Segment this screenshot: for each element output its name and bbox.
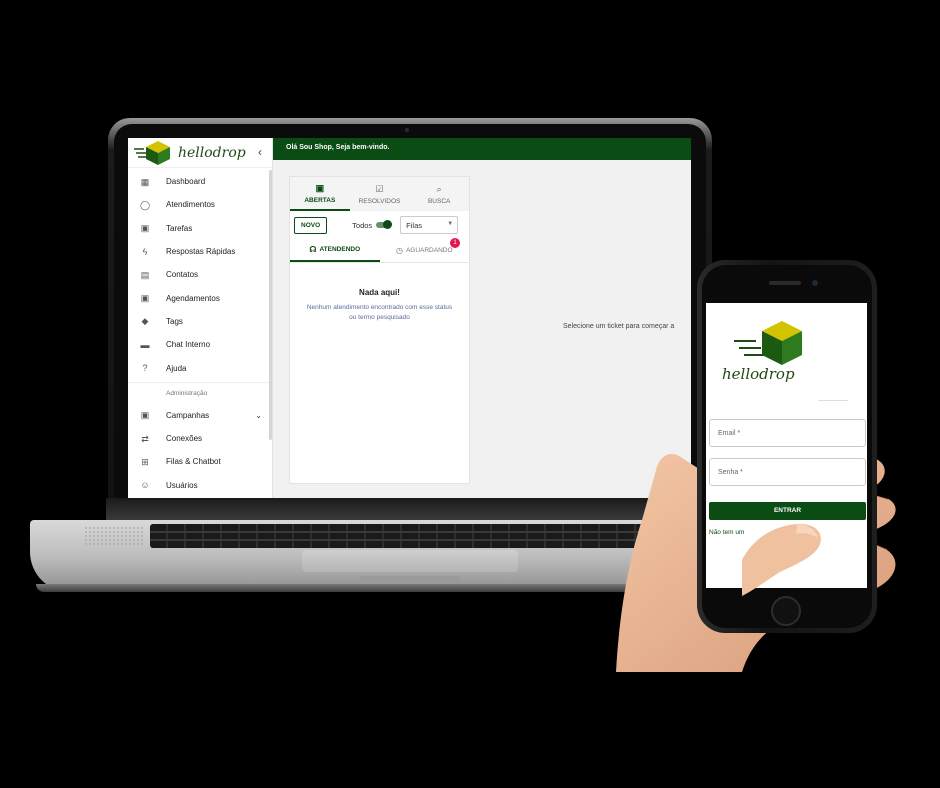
sidebar-item-tarefas[interactable]: ▣ Tarefas [128, 217, 272, 240]
laptop-screen: hellodrop ‹ ▦ Dashboard ◯ Atendimentos ▣… [128, 138, 691, 498]
chevron-down-icon: ⌄ [255, 410, 262, 420]
sidebar-scrollbar[interactable] [269, 170, 272, 440]
logo-row: hellodrop ‹ [128, 138, 272, 168]
tab-busca[interactable]: ⌕ BUSCA [409, 177, 469, 211]
queue-icon: ⊞ [141, 456, 149, 467]
headset-icon: ☊ [309, 245, 317, 254]
sidebar-item-label: Campanhas [166, 410, 210, 420]
ticket-subtabs: ☊ ATENDENDO ◷ AGUARDANDO 1 [290, 238, 470, 263]
bolt-icon: ϟ [142, 246, 148, 257]
chat-icon: ▬ [140, 339, 150, 350]
show-all-label: Todos [352, 220, 373, 230]
phone-camera [812, 280, 818, 286]
check-box-icon: ☑ [375, 183, 384, 194]
subtab-atendendo[interactable]: ☊ ATENDENDO [290, 239, 380, 262]
password-placeholder: Senha * [718, 469, 743, 476]
sidebar-item-tags[interactable]: ◆ Tags [128, 310, 272, 333]
queue-select[interactable]: Filas ▼ [400, 216, 459, 234]
sidebar-item-label: Atendimentos [166, 200, 215, 210]
search-icon: ⌕ [436, 183, 442, 194]
sidebar-item-label: Filas & Chatbot [166, 457, 221, 467]
sidebar-item-respostas-rapidas[interactable]: ϟ Respostas Rápidas [128, 240, 272, 263]
sidebar-item-label: Conexões [166, 434, 203, 444]
divider [818, 400, 848, 401]
tab-resolvidos[interactable]: ☑ RESOLVIDOS [350, 177, 410, 211]
sidebar-item-label: Ajuda [166, 363, 187, 373]
laptop-keyboard [150, 524, 670, 548]
ticket-controls: NOVO Todos Filas ▼ [290, 211, 469, 239]
email-placeholder: Email * [718, 430, 741, 437]
sidebar-section-admin: Administração [128, 381, 272, 404]
sidebar-item-dashboard[interactable]: ▦ Dashboard [128, 170, 272, 193]
stage: hellodrop ‹ ▦ Dashboard ◯ Atendimentos ▣… [0, 0, 940, 788]
phone-speaker [769, 281, 801, 285]
contacts-icon: ▤ [140, 269, 150, 280]
hellodrop-logo-icon [734, 321, 802, 365]
tag-icon: ◆ [141, 316, 149, 327]
tab-label: ABERTAS [304, 196, 336, 204]
sidebar-item-campanhas[interactable]: ▣ Campanhas ⌄ [128, 404, 272, 427]
tickets-panel: ▣ ABERTAS ☑ RESOLVIDOS ⌕ BUSCA NOVO Todo… [289, 176, 470, 484]
new-ticket-button[interactable]: NOVO [294, 216, 328, 234]
sidebar-item-label: Chat Interno [166, 340, 211, 350]
subtab-label: ATENDENDO [319, 246, 361, 253]
subtab-aguardando[interactable]: ◷ AGUARDANDO 1 [380, 238, 470, 262]
sidebar-item-usuarios[interactable]: ☺ Usuários [128, 474, 272, 497]
sidebar-item-label: Tags [166, 316, 183, 326]
task-icon: ▣ [140, 223, 150, 234]
sidebar-item-conexoes[interactable]: ⇄ Conexões [128, 427, 272, 450]
sidebar-item-ajuda[interactable]: ? Ajuda [128, 356, 272, 379]
tab-label: RESOLVIDOS [358, 197, 401, 205]
topbar: Olá Sou Shop, Seja bem-vindo. [273, 138, 691, 160]
sidebar-item-atendimentos[interactable]: ◯ Atendimentos [128, 193, 272, 216]
sidebar-item-label: Respostas Rápidas [166, 247, 236, 257]
waiting-count-badge: 1 [450, 238, 460, 248]
sidebar-menu: ▦ Dashboard ◯ Atendimentos ▣ Tarefas ϟ R… [128, 168, 272, 497]
calendar-icon: ▣ [140, 293, 150, 304]
laptop-trackpad [302, 550, 518, 572]
sidebar-item-contatos[interactable]: ▤ Contatos [128, 263, 272, 286]
laptop-camera [405, 128, 409, 132]
sidebar-item-chat-interno[interactable]: ▬ Chat Interno [128, 333, 272, 356]
sidebar-item-agendamentos[interactable]: ▣ Agendamentos [128, 286, 272, 309]
collapse-sidebar-icon[interactable]: ‹ [258, 145, 262, 159]
show-all-toggle[interactable] [376, 220, 393, 229]
subtab-label: AGUARDANDO [405, 247, 453, 254]
sidebar: hellodrop ‹ ▦ Dashboard ◯ Atendimentos ▣… [128, 138, 273, 498]
queue-select-value: Filas [406, 221, 423, 230]
ticket-detail-placeholder: Selecione um ticket para começar a [563, 323, 675, 330]
phone-brand-name: hellodrop [722, 365, 795, 383]
dashboard-icon: ▦ [140, 176, 150, 187]
sidebar-item-label: Tarefas [166, 223, 193, 233]
phone-home-button[interactable] [771, 596, 801, 626]
inbox-icon: ▣ [315, 182, 325, 193]
tab-label: BUSCA [427, 197, 451, 205]
empty-state-text: Nenhum atendimento encontrado com esse s… [306, 304, 453, 321]
tab-abertas[interactable]: ▣ ABERTAS [290, 177, 350, 211]
sidebar-item-label: Agendamentos [166, 293, 220, 303]
sidebar-item-label: Contatos [166, 270, 199, 280]
thumb-illustration [742, 523, 821, 596]
signup-link[interactable]: Não tem um [709, 529, 744, 536]
greeting-text: Olá Sou Shop, Seja bem-vindo. [286, 144, 390, 151]
login-button[interactable]: ENTRAR [709, 502, 866, 520]
brand-name: hellodrop [178, 144, 246, 161]
whatsapp-icon: ◯ [140, 199, 151, 210]
sidebar-item-label: Usuários [166, 480, 198, 490]
campaign-icon: ▣ [140, 410, 150, 421]
users-icon: ☺ [140, 480, 150, 491]
email-field[interactable]: Email * [709, 419, 866, 447]
hellodrop-logo-icon [134, 140, 170, 165]
help-icon: ? [142, 363, 148, 374]
sidebar-item-label: Dashboard [166, 177, 206, 187]
password-field[interactable]: Senha * [709, 458, 866, 486]
laptop-notch [360, 576, 460, 584]
dropdown-arrow-icon: ▼ [447, 221, 454, 227]
empty-state-title: Nada aqui! [359, 288, 400, 297]
speaker-grill-left [84, 526, 144, 546]
clock-icon: ◷ [395, 246, 403, 255]
sidebar-item-filas-chatbot[interactable]: ⊞ Filas & Chatbot [128, 450, 272, 473]
connections-icon: ⇄ [141, 433, 149, 444]
ticket-tabs: ▣ ABERTAS ☑ RESOLVIDOS ⌕ BUSCA [290, 177, 469, 211]
